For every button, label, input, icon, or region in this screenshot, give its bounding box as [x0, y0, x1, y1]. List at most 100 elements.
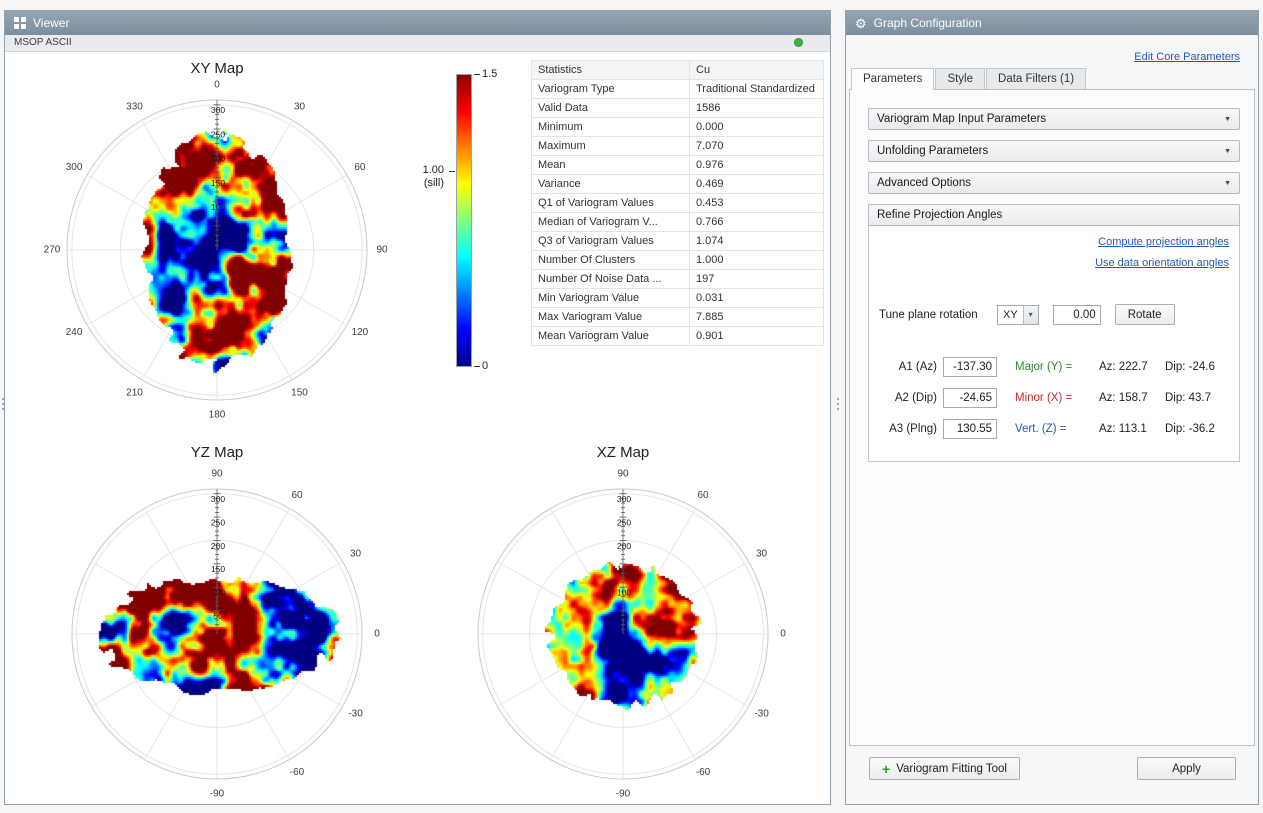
- accordion-variogram-map-input-parameters[interactable]: Variogram Map Input Parameters▼: [868, 108, 1240, 130]
- use-data-orientation-angles-link[interactable]: Use data orientation angles: [1095, 257, 1229, 269]
- radial-tick-label: 100: [211, 588, 225, 598]
- stat-value: 0.453: [690, 194, 824, 213]
- graph-configuration-panel: ⚙ Graph Configuration Edit Core Paramete…: [845, 10, 1259, 805]
- apply-button[interactable]: Apply: [1137, 757, 1236, 780]
- colorbar-gradient: [456, 74, 472, 367]
- chevron-down-icon: ▼: [1224, 116, 1231, 123]
- config-body: Edit Core Parameters ParametersStyleData…: [846, 35, 1258, 804]
- table-row: Q1 of Variogram Values0.453: [532, 194, 824, 213]
- status-indicator-dot: [794, 38, 803, 47]
- compute-projection-angles-link[interactable]: Compute projection angles: [1098, 236, 1229, 248]
- colorbar-max-tick: [474, 74, 480, 75]
- stat-name: Maximum: [532, 137, 690, 156]
- refine-links: Compute projection angles Use data orient…: [1095, 236, 1229, 269]
- table-row: Number Of Noise Data ...197: [532, 270, 824, 289]
- table-row: Max Variogram Value7.885: [532, 308, 824, 327]
- tab-data-filters-1[interactable]: Data Filters (1): [986, 68, 1086, 89]
- radial-tick-label: 300: [211, 494, 225, 504]
- stat-name: Variogram Type: [532, 80, 690, 99]
- panel-splitter-handle[interactable]: [835, 398, 841, 410]
- grid-icon: [14, 17, 26, 29]
- stat-value: 1.000: [690, 251, 824, 270]
- rotate-button[interactable]: Rotate: [1115, 304, 1175, 325]
- rotation-angle-input[interactable]: [1053, 305, 1101, 325]
- radial-tick-label: 250: [617, 517, 631, 527]
- plus-icon: +: [882, 762, 890, 776]
- variogram-fitting-tool-button[interactable]: + Variogram Fitting Tool: [869, 757, 1020, 780]
- accordion-list: Variogram Map Input Parameters▼ Unfolding…: [868, 108, 1240, 204]
- tab-msop-ascii[interactable]: MSOP ASCII: [14, 37, 72, 48]
- axis-name-label: Major (Y) =: [1015, 361, 1099, 373]
- colorbar-sill-label: 1.00 (sill): [423, 164, 444, 190]
- stats-header-variable: Cu: [690, 61, 824, 80]
- stat-value: 1586: [690, 99, 824, 118]
- application-window: Viewer MSOP ASCII 1.5 0 1.00 (sill): [0, 0, 1263, 813]
- stat-value: 0.469: [690, 175, 824, 194]
- stat-value: 7.070: [690, 137, 824, 156]
- table-row: Minimum0.000: [532, 118, 824, 137]
- stat-value: 1.074: [690, 232, 824, 251]
- radial-tick-label: 250: [211, 129, 225, 139]
- axis-name-label: Minor (X) =: [1015, 392, 1099, 404]
- colorbar: 1.5 0 1.00 (sill): [398, 74, 528, 374]
- angle-row-a1-az: A1 (Az) Major (Y) =Az: 222.7Dip: -24.6: [883, 356, 1231, 378]
- accordion-advanced-options[interactable]: Advanced Options ▼: [868, 172, 1240, 194]
- radial-tick-label: 50: [213, 611, 223, 621]
- tab-style[interactable]: Style: [935, 68, 985, 89]
- a2-dip-input[interactable]: [943, 388, 997, 408]
- stat-name: Max Variogram Value: [532, 308, 690, 327]
- radial-tick-label: 100: [617, 588, 631, 598]
- accordion-label: Advanced Options: [877, 177, 971, 189]
- table-row: Q3 of Variogram Values1.074: [532, 232, 824, 251]
- tab-parameters[interactable]: Parameters: [851, 68, 934, 90]
- radial-tick-label: 200: [617, 541, 631, 551]
- radial-tick-label: 200: [211, 154, 225, 164]
- radial-tick-label: 300: [211, 105, 225, 115]
- azimuth-value: Az: 158.7: [1099, 392, 1165, 404]
- stat-value: 0.976: [690, 156, 824, 175]
- viewer-titlebar[interactable]: Viewer: [5, 11, 830, 35]
- stat-value: 7.885: [690, 308, 824, 327]
- tune-plane-rotation-label: Tune plane rotation: [879, 309, 997, 321]
- edit-core-parameters-link[interactable]: Edit Core Parameters: [1134, 51, 1240, 63]
- radial-tick-label: 250: [211, 517, 225, 527]
- azimuth-value: Az: 222.7: [1099, 361, 1165, 373]
- gear-icon: ⚙: [855, 17, 867, 30]
- stat-value: Traditional Standardized: [690, 80, 824, 99]
- a1-az-input[interactable]: [943, 357, 997, 377]
- axis-name-label: Vert. (Z) =: [1015, 423, 1099, 435]
- stat-name: Median of Variogram V...: [532, 213, 690, 232]
- angle-label: A1 (Az): [883, 361, 937, 373]
- radial-tick-label: 100: [211, 202, 225, 212]
- stat-value: 0.901: [690, 327, 824, 346]
- table-row: Mean0.976: [532, 156, 824, 175]
- stat-name: Mean Variogram Value: [532, 327, 690, 346]
- parameters-tab-content: Variogram Map Input Parameters▼ Unfolding…: [849, 89, 1255, 746]
- left-splitter-handle[interactable]: [0, 398, 6, 410]
- colorbar-max-label: 1.5: [482, 68, 497, 80]
- stats-header-statistics: Statistics: [532, 61, 690, 80]
- chevron-down-icon: ▼: [1224, 180, 1231, 187]
- stat-name: Min Variogram Value: [532, 289, 690, 308]
- bottom-bar: + Variogram Fitting Tool Apply: [846, 757, 1258, 783]
- colorbar-sill-tick: [449, 171, 455, 172]
- chevron-down-icon[interactable]: ▾: [1023, 306, 1038, 324]
- viewer-panel: Viewer MSOP ASCII 1.5 0 1.00 (sill): [4, 10, 831, 805]
- angle-label: A2 (Dip): [883, 392, 937, 404]
- dip-value: Dip: -24.6: [1165, 361, 1215, 373]
- azimuth-value: Az: 113.1: [1099, 423, 1165, 435]
- dip-value: Dip: -36.2: [1165, 423, 1215, 435]
- a3-plng-input[interactable]: [943, 419, 997, 439]
- viewer-tabbar: MSOP ASCII: [5, 35, 830, 52]
- accordion-unfolding-parameters[interactable]: Unfolding Parameters▼: [868, 140, 1240, 162]
- radial-tick-label: 50: [619, 611, 629, 621]
- projection-angle-rows: A1 (Az) Major (Y) =Az: 222.7Dip: -24.6 A2 …: [883, 356, 1231, 449]
- stat-name: Minimum: [532, 118, 690, 137]
- angle-row-a2-dip: A2 (Dip)Minor (X) =Az: 158.7Dip: 43.7: [883, 387, 1231, 409]
- stat-name: Number Of Noise Data ...: [532, 270, 690, 289]
- table-row: Number Of Clusters1.000: [532, 251, 824, 270]
- config-titlebar[interactable]: ⚙ Graph Configuration: [846, 11, 1258, 35]
- plane-axis-select[interactable]: XY ▾: [997, 305, 1039, 325]
- table-row: Valid Data1586: [532, 99, 824, 118]
- polar-map-xy-map: 0306090120150180210240270300330300250200…: [33, 66, 401, 434]
